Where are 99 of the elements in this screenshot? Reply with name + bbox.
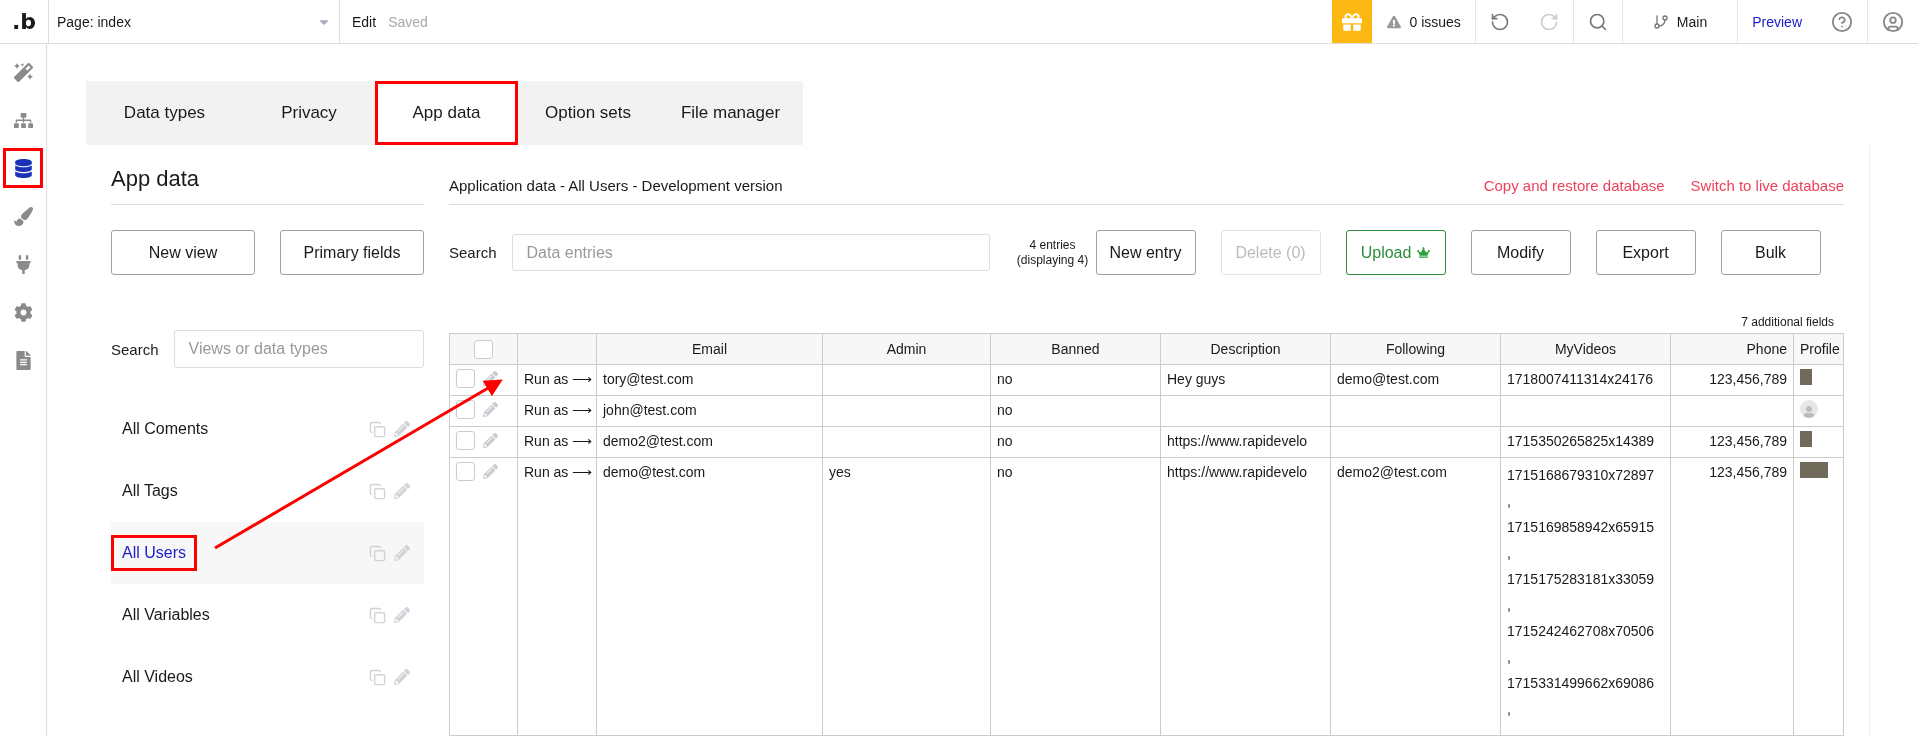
table-cell-text: 123,456,789 xyxy=(1708,370,1787,389)
table-cell-text: demo@test.com xyxy=(603,463,707,482)
undo-icon[interactable] xyxy=(1489,11,1510,32)
table-cell-text: demo2@test.com xyxy=(1337,463,1448,482)
database-link[interactable]: Switch to live database xyxy=(1690,177,1844,194)
column-header[interactable]: Banned xyxy=(990,333,1161,365)
view-item[interactable]: All Users xyxy=(111,522,424,584)
table-cell-text: Hey guys xyxy=(1167,370,1227,389)
action-button[interactable]: Modify xyxy=(1470,230,1571,275)
copy-icon[interactable] xyxy=(369,420,386,438)
tab[interactable]: Data types xyxy=(86,81,243,145)
gift-icon xyxy=(1342,11,1363,32)
column-header[interactable]: Profile xyxy=(1793,333,1844,365)
user-icon[interactable] xyxy=(1882,10,1904,33)
redo-icon[interactable] xyxy=(1538,11,1559,32)
video-id: , xyxy=(1507,700,1512,719)
table-cell-text: no xyxy=(997,401,1014,420)
copy-icon[interactable] xyxy=(369,668,386,686)
search-field[interactable]: Data entries xyxy=(511,234,990,271)
tab[interactable]: Option sets xyxy=(518,81,658,145)
video-id: 1715350265825x14389 xyxy=(1507,432,1656,451)
view-label: All Variables xyxy=(121,605,211,625)
search-label: Search xyxy=(111,340,159,358)
preview-link[interactable]: Preview xyxy=(1737,0,1816,43)
view-item[interactable]: All Variables xyxy=(111,584,424,646)
view-item[interactable]: All Videos xyxy=(111,646,424,708)
column-header[interactable]: Following xyxy=(1330,333,1501,365)
video-id: 1715168679310x72897 xyxy=(1507,466,1656,485)
video-id: 1715169858942x65915 xyxy=(1507,518,1656,537)
action-button[interactable]: Bulk xyxy=(1720,230,1821,275)
issues-button[interactable]: 0 issues xyxy=(1372,0,1475,43)
search-field[interactable]: Views or data types xyxy=(173,330,424,368)
help-icon[interactable] xyxy=(1831,10,1853,33)
video-id: , xyxy=(1507,648,1512,667)
copy-icon[interactable] xyxy=(369,544,386,562)
table-cell-text: https://www.rapidevelo xyxy=(1167,432,1309,451)
table-cell-text: no xyxy=(997,432,1014,451)
row-checkbox[interactable] xyxy=(456,369,475,388)
warning-icon xyxy=(1387,14,1402,29)
view-label: All Users xyxy=(111,535,197,571)
table-cell-text: https://www.rapidevelo xyxy=(1167,463,1309,482)
saved-status: Saved xyxy=(388,12,429,32)
table-cell-text: no xyxy=(997,463,1014,482)
row-checkbox[interactable] xyxy=(456,431,475,450)
pencil-icon[interactable] xyxy=(394,420,410,437)
tab[interactable]: Privacy xyxy=(243,81,375,145)
video-id: 1718007411314x24176 xyxy=(1507,370,1655,389)
video-id: , xyxy=(1507,492,1512,511)
tab[interactable]: App data xyxy=(375,81,518,145)
tab[interactable]: File manager xyxy=(658,81,803,145)
table-cell-text: tory@test.com xyxy=(603,370,695,389)
view-item[interactable]: All Coments xyxy=(111,398,424,460)
table-cell-text: 123,456,789 xyxy=(1708,432,1787,451)
database-link[interactable]: Copy and restore database xyxy=(1483,177,1665,194)
video-id: , xyxy=(1507,544,1512,563)
video-id: 1715242462708x70506 xyxy=(1507,622,1656,641)
view-button[interactable]: Primary fields xyxy=(280,230,424,275)
column-header[interactable]: Email xyxy=(596,333,823,365)
view-label: All Videos xyxy=(121,667,194,687)
table-cell-text: demo@test.com xyxy=(1337,370,1441,389)
table-cell-text: 123,456,789 xyxy=(1708,463,1787,482)
column-header[interactable]: Description xyxy=(1160,333,1331,365)
branch-icon xyxy=(1652,13,1669,30)
panel-title: App data xyxy=(111,145,424,205)
entries-count: 4 entries (displaying 4) xyxy=(1015,238,1090,267)
table-cell-text: yes xyxy=(829,463,852,482)
action-button[interactable]: New entry xyxy=(1095,230,1196,275)
crown-icon xyxy=(1417,246,1431,259)
view-label: All Coments xyxy=(121,419,210,439)
table-cell-text: demo2@test.com xyxy=(603,432,714,451)
column-header[interactable]: Phone xyxy=(1670,333,1794,365)
pencil-icon[interactable] xyxy=(483,371,498,386)
edit-label[interactable]: Edit xyxy=(340,0,389,43)
page-selector[interactable]: Page: index xyxy=(49,0,340,43)
app-logo[interactable]: .b xyxy=(0,0,49,43)
data-icon[interactable] xyxy=(3,148,43,188)
video-id: 1715175283181x33059 xyxy=(1507,570,1656,589)
video-id: , xyxy=(1507,596,1512,615)
table-cell-text: no xyxy=(997,370,1014,389)
action-button[interactable]: Export xyxy=(1595,230,1696,275)
column-header[interactable]: MyVideos xyxy=(1500,333,1671,365)
run-as-link[interactable]: Run as ⟶ xyxy=(524,462,590,482)
view-label: All Tags xyxy=(121,481,179,501)
select-all-checkbox[interactable] xyxy=(474,339,493,359)
search-label: Search xyxy=(449,244,497,261)
copy-icon[interactable] xyxy=(369,606,386,624)
view-button[interactable]: New view xyxy=(111,230,255,275)
video-id: 1715331499662x69086 xyxy=(1507,674,1656,693)
gift-button[interactable] xyxy=(1332,0,1373,43)
branch-button[interactable]: Main xyxy=(1621,0,1738,43)
table-cell-text: john@test.com xyxy=(603,401,698,420)
copy-icon[interactable] xyxy=(369,482,386,500)
view-item[interactable]: All Tags xyxy=(111,460,424,522)
search-icon[interactable] xyxy=(1587,11,1608,32)
action-button[interactable]: Upload xyxy=(1345,230,1446,275)
row-checkbox[interactable] xyxy=(456,462,475,481)
data-title: Application data - All Users - Development version xyxy=(449,177,783,194)
additional-fields-note: 7 additional fields xyxy=(1741,315,1834,329)
column-header[interactable]: Admin xyxy=(822,333,991,365)
